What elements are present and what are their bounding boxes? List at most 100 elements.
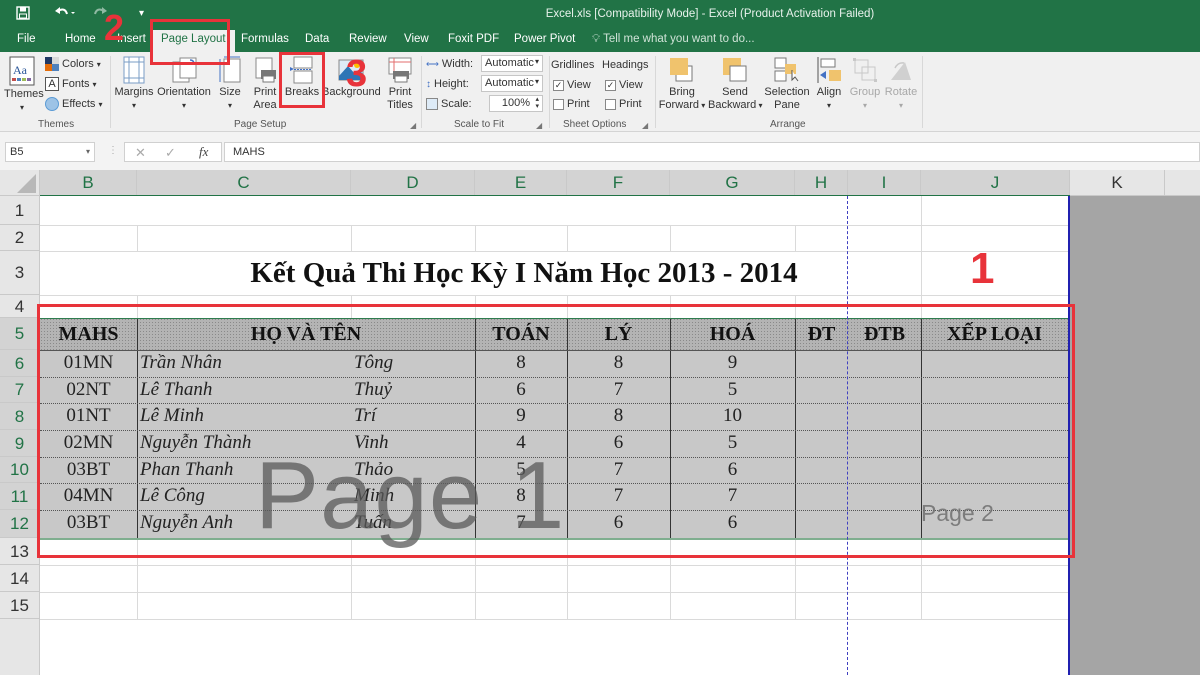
selection-pane-button[interactable]: Selection Pane (764, 56, 810, 112)
header-toan[interactable]: TOÁN (475, 318, 567, 350)
headings-view-checkbox[interactable]: ✓ View (605, 76, 643, 94)
drag-handle-icon[interactable]: ⋮ (108, 145, 118, 156)
cell-ten[interactable]: Thuỷ (354, 377, 474, 403)
cell-ten[interactable]: Tông (354, 350, 474, 376)
scale-spinner[interactable]: 100% ▴ ▾ (489, 95, 543, 112)
column-header-h[interactable]: H (795, 170, 848, 196)
row-header-11[interactable]: 11 (0, 483, 40, 510)
column-header-j[interactable]: J (921, 170, 1070, 196)
cell-mahs[interactable]: 01NT (40, 403, 137, 429)
cell-hoa[interactable]: 10 (670, 403, 795, 429)
align-button[interactable]: Align ▾ (813, 56, 845, 112)
gridlines-view-checkbox[interactable]: ✓ View (553, 76, 591, 94)
tab-data[interactable]: Data (305, 33, 329, 45)
tab-home[interactable]: Home (65, 33, 96, 45)
cell-ly[interactable]: 8 (567, 403, 670, 429)
cell-ho[interactable]: Lê Minh (140, 403, 350, 429)
sheet-options-launcher-icon[interactable]: ◢ (642, 121, 648, 130)
header-ho-va-ten[interactable]: HỌ VÀ TÊN (137, 318, 475, 350)
cell-hoa[interactable]: 5 (670, 430, 795, 456)
header-mahs[interactable]: MAHS (40, 318, 137, 350)
width-dropdown[interactable]: Automatic ▾ (481, 55, 543, 72)
cell-ho[interactable]: Phan Thanh (140, 457, 350, 483)
page-break-line[interactable] (847, 196, 848, 675)
cell-ho[interactable]: Lê Công (140, 483, 350, 509)
row-header-12[interactable]: 12 (0, 510, 40, 538)
sheet-title[interactable]: Kết Quả Thi Học Kỳ I Năm Học 2013 - 2014 (40, 251, 1008, 295)
row-header-10[interactable]: 10 (0, 457, 40, 483)
breaks-button[interactable]: Breaks (284, 56, 320, 99)
cell-ho[interactable]: Trần Nhân (140, 350, 350, 376)
cell-ten[interactable]: Tuấn (354, 510, 474, 536)
cell-mahs[interactable]: 03BT (40, 510, 137, 536)
cell-hoa[interactable]: 7 (670, 483, 795, 509)
cell-mahs[interactable]: 02NT (40, 377, 137, 403)
cell-toan[interactable]: 5 (475, 457, 567, 483)
tab-page-layout[interactable]: Page Layout (152, 30, 235, 52)
cell-toan[interactable]: 7 (475, 510, 567, 536)
row-header-7[interactable]: 7 (0, 377, 40, 403)
column-header-f[interactable]: F (567, 170, 670, 196)
tell-me-search[interactable]: 💡︎ Tell me what you want to do... (592, 33, 755, 46)
headings-print-checkbox[interactable]: Print (605, 95, 642, 113)
row-header-4[interactable]: 4 (0, 295, 40, 318)
cell-ly[interactable]: 7 (567, 377, 670, 403)
cell-ly[interactable]: 6 (567, 430, 670, 456)
cell-toan[interactable]: 9 (475, 403, 567, 429)
column-header-c[interactable]: C (137, 170, 351, 196)
cell-ho[interactable]: Nguyễn Thành (140, 430, 350, 456)
cell-mahs[interactable]: 04MN (40, 483, 137, 509)
cell-toan[interactable]: 6 (475, 377, 567, 403)
group-button[interactable]: Group ▾ (848, 56, 882, 112)
column-header-d[interactable]: D (351, 170, 475, 196)
tab-power-pivot[interactable]: Power Pivot (514, 33, 575, 45)
cell-ten[interactable]: Thảo (354, 457, 474, 483)
formula-input[interactable]: MAHS (224, 142, 1200, 162)
cell-mahs[interactable]: 02MN (40, 430, 137, 456)
row-header-15[interactable]: 15 (0, 592, 40, 619)
row-header-13[interactable]: 13 (0, 538, 40, 565)
size-button[interactable]: Size ▾ (216, 56, 244, 112)
column-header-i[interactable]: I (848, 170, 921, 196)
cell-ten[interactable]: Vinh (354, 430, 474, 456)
cell-ly[interactable]: 7 (567, 457, 670, 483)
colors-button[interactable]: Colors ▾ (45, 55, 101, 73)
column-header-b[interactable]: B (40, 170, 137, 196)
cell-mahs[interactable]: 03BT (40, 457, 137, 483)
enter-icon[interactable]: ✓ (165, 145, 176, 161)
cell-ho[interactable]: Nguyễn Anh (140, 510, 350, 536)
row-header-6[interactable]: 6 (0, 350, 40, 377)
column-header-g[interactable]: G (670, 170, 795, 196)
header-hoa[interactable]: HOÁ (670, 318, 795, 350)
row-header-14[interactable]: 14 (0, 565, 40, 592)
cell-hoa[interactable]: 5 (670, 377, 795, 403)
themes-button[interactable]: Aa Themes ▾ (4, 56, 44, 114)
fonts-button[interactable]: A Fonts ▾ (45, 75, 97, 93)
height-dropdown[interactable]: Automatic ▾ (481, 75, 543, 92)
orientation-button[interactable]: Orientation ▾ (156, 56, 212, 112)
tab-formulas[interactable]: Formulas (241, 33, 289, 45)
cell-hoa[interactable]: 6 (670, 457, 795, 483)
tab-foxit-pdf[interactable]: Foxit PDF (448, 33, 499, 45)
row-header-9[interactable]: 9 (0, 430, 40, 457)
tab-review[interactable]: Review (349, 33, 387, 45)
row-header-3[interactable]: 3 (0, 251, 40, 295)
select-all-button[interactable] (0, 170, 40, 196)
bring-forward-button[interactable]: Bring Forward ▾ (657, 56, 707, 112)
header-xep-loai[interactable]: XẾP LOẠI (921, 318, 1068, 350)
row-header-5[interactable]: 5 (0, 318, 40, 350)
header-dtb[interactable]: ĐTB (848, 318, 921, 350)
cell-hoa[interactable]: 6 (670, 510, 795, 536)
cell-ly[interactable]: 7 (567, 483, 670, 509)
row-header-8[interactable]: 8 (0, 403, 40, 430)
column-header-e[interactable]: E (475, 170, 567, 196)
cell-ly[interactable]: 6 (567, 510, 670, 536)
print-area-button[interactable]: Print Area (250, 56, 280, 112)
cell-ten[interactable]: Minh (354, 483, 474, 509)
rotate-button[interactable]: Rotate ▾ (884, 56, 918, 112)
insert-function-icon[interactable]: fx (199, 144, 208, 160)
page-setup-launcher-icon[interactable]: ◢ (410, 121, 416, 130)
cell-ho[interactable]: Lê Thanh (140, 377, 350, 403)
header-ly[interactable]: LÝ (567, 318, 670, 350)
cell-ten[interactable]: Trí (354, 403, 474, 429)
